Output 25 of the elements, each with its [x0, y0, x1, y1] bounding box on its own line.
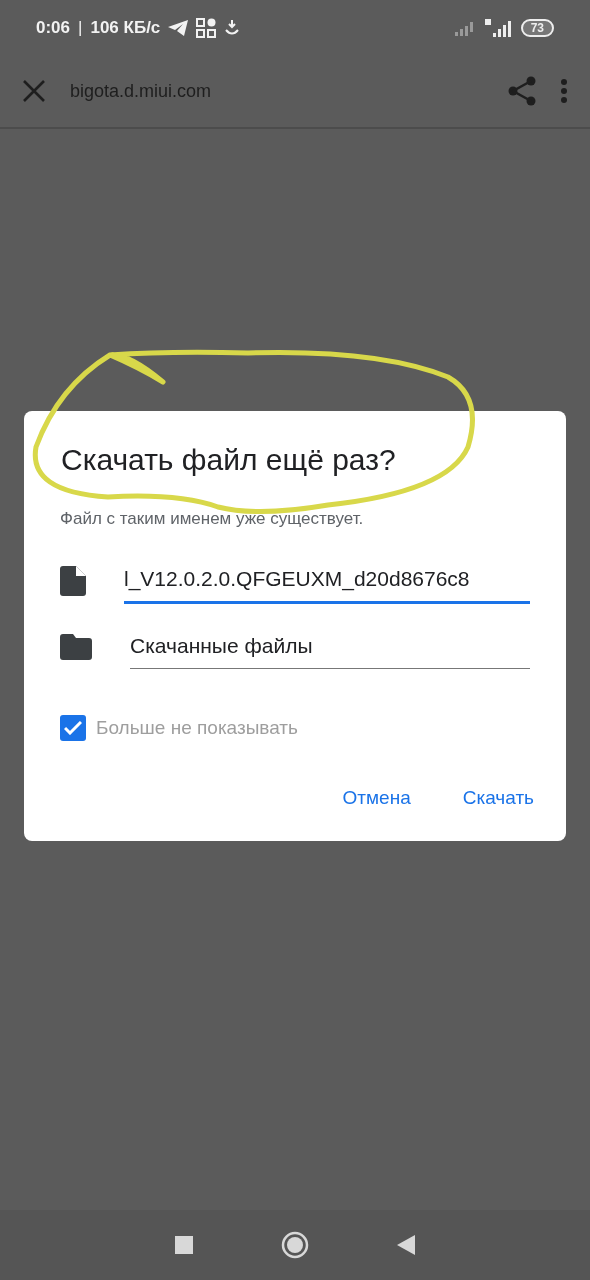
- dialog-message: Файл с таким именем уже существует.: [60, 509, 365, 529]
- cancel-button[interactable]: Отмена: [334, 781, 419, 815]
- paper-plane-icon: [168, 19, 189, 36]
- download-icon: [224, 19, 241, 36]
- grid-icon: [196, 17, 217, 38]
- folder-icon: [60, 633, 92, 660]
- dialog-title: Скачать файл ещё раз?: [61, 443, 397, 477]
- download-button[interactable]: Скачать: [454, 781, 542, 815]
- status-time: 0:06: [36, 17, 71, 38]
- filename-field[interactable]: l_V12.0.2.0.QFGEUXM_d20d8676c8: [124, 557, 530, 604]
- close-icon[interactable]: [22, 79, 46, 103]
- checkbox[interactable]: [60, 715, 86, 741]
- signal-icon: [484, 18, 513, 37]
- page-url: bigota.d.miui.com: [70, 80, 213, 102]
- battery-level: 73: [520, 18, 554, 37]
- status-separator: |: [78, 17, 83, 38]
- check-icon: [64, 721, 82, 735]
- back-icon[interactable]: [397, 1235, 415, 1255]
- more-icon[interactable]: [560, 78, 568, 104]
- share-icon[interactable]: [508, 76, 536, 106]
- checkbox-label: Больше не показывать: [96, 717, 298, 739]
- folder-field[interactable]: Скачанные файлы: [130, 624, 530, 669]
- network-speed: 106 КБ/с: [90, 17, 161, 38]
- file-icon: [60, 565, 86, 596]
- home-icon[interactable]: [281, 1231, 309, 1259]
